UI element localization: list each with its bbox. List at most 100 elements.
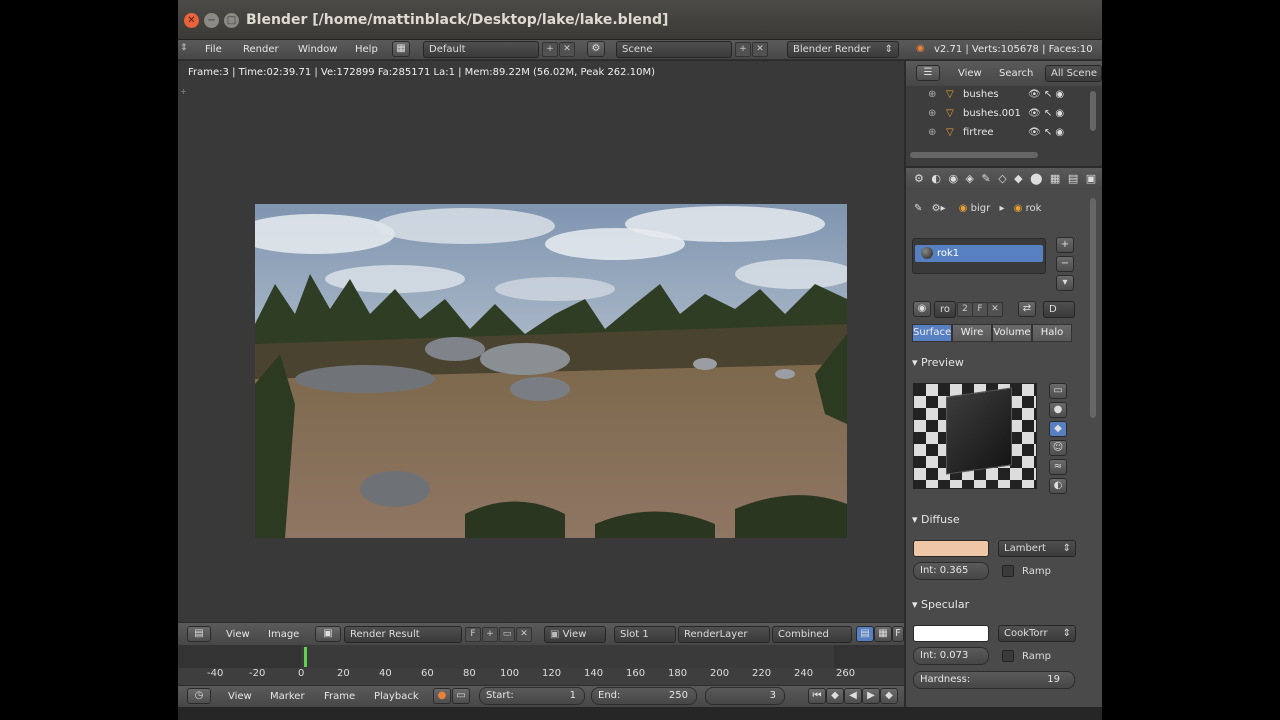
link-data-select[interactable]: D — [1043, 301, 1075, 318]
preview-hair-icon[interactable]: ≈ — [1049, 459, 1067, 475]
current-frame-marker[interactable] — [304, 647, 307, 667]
maximize-window-button[interactable]: □ — [224, 13, 239, 28]
end-frame-field[interactable]: End: 250 — [591, 687, 697, 705]
outliner-menu-search[interactable]: Search — [999, 68, 1033, 79]
browse-material-icon[interactable]: ◉ — [913, 301, 931, 317]
specular-intensity-field[interactable]: Int: 0.073 — [913, 647, 989, 665]
image-menu-view[interactable]: View — [226, 629, 250, 640]
browse-image-icon[interactable]: ▣ — [315, 626, 341, 642]
record-icon[interactable]: ● — [433, 688, 451, 704]
tab-halo[interactable]: Halo — [1032, 324, 1072, 342]
preview-cube-icon[interactable]: ◆ — [1049, 421, 1067, 437]
screen-layout-field[interactable]: Default — [423, 41, 539, 58]
specular-ramp-checkbox[interactable] — [1002, 650, 1014, 662]
slot-menu-button[interactable]: ▾ — [1056, 275, 1074, 291]
diffuse-shader-select[interactable]: Lambert ⇕ — [998, 540, 1076, 557]
expand-icon[interactable]: ⊕ — [928, 108, 936, 119]
image-menu-image[interactable]: Image — [268, 629, 299, 640]
new-image-button[interactable]: + — [482, 627, 498, 642]
start-frame-field[interactable]: Start: 1 — [479, 687, 585, 705]
scene-field[interactable]: Scene — [616, 41, 732, 58]
add-slot-button[interactable]: + — [1056, 237, 1074, 253]
open-image-button[interactable]: ▭ — [499, 627, 515, 642]
menu-render[interactable]: Render — [243, 44, 279, 55]
delete-layout-button[interactable]: ✕ — [559, 42, 575, 57]
material-unlink[interactable]: ✕ — [987, 302, 1003, 317]
preview-monkey-icon[interactable]: ☺ — [1049, 440, 1067, 456]
image-editor-area[interactable]: Frame:3 | Time:02:39.71 | Ve:172899 Fa:2… — [178, 61, 904, 622]
current-frame-field[interactable]: 3 — [705, 687, 785, 705]
visibility-icons[interactable]: 👁 ↖ ◉ — [1028, 108, 1064, 119]
visibility-icons[interactable]: 👁 ↖ ◉ — [1028, 127, 1064, 138]
expand-icon[interactable]: ⊕ — [928, 127, 936, 138]
render-layer-select[interactable]: RenderLayer — [678, 626, 770, 643]
play-icon[interactable]: ▶ — [862, 688, 880, 704]
menu-help[interactable]: Help — [355, 44, 378, 55]
diffuse-intensity-field[interactable]: Int: 0.365 — [913, 562, 989, 580]
display-channels-icon[interactable]: ▤ — [856, 626, 874, 642]
render-engine-select[interactable]: Blender Render ⇕ — [787, 41, 899, 58]
render-result-image[interactable] — [255, 204, 847, 538]
specular-hardness-field[interactable]: Hardness: 19 — [913, 671, 1075, 689]
preview-plane-icon[interactable]: ▭ — [1049, 383, 1067, 399]
jump-keyframe-back-icon[interactable]: ◆ — [826, 688, 844, 704]
material-fake-user[interactable]: F — [972, 302, 988, 317]
menu-window[interactable]: Window — [298, 44, 337, 55]
fake-user-button[interactable]: F — [465, 627, 481, 642]
expand-icon[interactable]: ⊕ — [928, 89, 936, 100]
preview-sky-icon[interactable]: ◐ — [1049, 478, 1067, 494]
alpha-channel-icon[interactable]: ▦ — [874, 626, 892, 642]
timeline-menu-view[interactable]: View — [228, 691, 252, 702]
jump-keyframe-forward-icon[interactable]: ◆ — [880, 688, 898, 704]
outliner-vscrollbar[interactable] — [1090, 91, 1096, 131]
specular-color-swatch[interactable] — [913, 625, 989, 642]
editor-type-outliner-icon[interactable]: ☰ — [916, 65, 940, 81]
add-layout-button[interactable]: + — [542, 42, 558, 57]
material-slot-list[interactable]: rok1 — [912, 238, 1046, 274]
z-buffer-icon[interactable]: F — [892, 626, 904, 642]
preview-panel-header[interactable]: ▾ Preview — [912, 356, 964, 369]
jump-start-icon[interactable]: ⏮ — [808, 688, 826, 704]
tab-surface[interactable]: Surface — [912, 324, 952, 342]
view-mode-select[interactable]: ▣ View — [544, 626, 606, 643]
outliner-scope-select[interactable]: All Scene — [1045, 65, 1102, 82]
timeline-menu-playback[interactable]: Playback — [374, 691, 419, 702]
minimize-window-button[interactable]: − — [204, 13, 219, 28]
play-reverse-icon[interactable]: ◀ — [844, 688, 862, 704]
outliner-row[interactable]: ⊕ ▽ bushes 👁 ↖ ◉ — [906, 89, 1086, 108]
tab-volume[interactable]: Volume — [992, 324, 1032, 342]
screen-layout-icon[interactable]: ▦ — [392, 41, 410, 57]
timeline-area[interactable]: -40 -20 0 20 40 60 80 100 120 140 160 18… — [178, 645, 904, 685]
diffuse-ramp-checkbox[interactable] — [1002, 565, 1014, 577]
editor-type-image-icon[interactable]: ▤ — [187, 626, 211, 642]
properties-vscrollbar[interactable] — [1090, 198, 1096, 418]
properties-context-tabs[interactable]: ⚙ ◐ ◉ ◈ ✎ ◇ ◆ ⬤ ▦ ▤ ▣ — [906, 168, 1102, 190]
specular-panel-header[interactable]: ▾ Specular — [912, 598, 969, 611]
outliner-row[interactable]: ⊕ ▽ firtree 👁 ↖ ◉ — [906, 127, 1086, 146]
render-pass-select[interactable]: Combined — [772, 626, 852, 643]
outliner-row[interactable]: ⊕ ▽ bushes.001 👁 ↖ ◉ — [906, 108, 1086, 127]
timeline-menu-marker[interactable]: Marker — [270, 691, 305, 702]
link-data-icon[interactable]: ⇄ — [1018, 301, 1036, 317]
add-scene-button[interactable]: + — [735, 42, 751, 57]
remove-slot-button[interactable]: − — [1056, 256, 1074, 272]
timeline-menu-frame[interactable]: Frame — [324, 691, 355, 702]
preview-sphere-icon[interactable]: ● — [1049, 402, 1067, 418]
diffuse-panel-header[interactable]: ▾ Diffuse — [912, 513, 960, 526]
image-name-field[interactable]: Render Result — [344, 626, 462, 643]
slot-select[interactable]: Slot 1 — [614, 626, 676, 643]
specular-shader-select[interactable]: CookTorr ⇕ — [998, 625, 1076, 642]
keying-icon[interactable]: ▭ — [452, 688, 470, 704]
pin-icon[interactable]: ✎ — [914, 203, 922, 214]
tab-wire[interactable]: Wire — [952, 324, 992, 342]
outliner-hscrollbar[interactable] — [910, 152, 1038, 158]
scene-icon[interactable]: ⚙ — [587, 41, 605, 57]
material-slot-item[interactable]: rok1 — [915, 245, 1043, 262]
editor-type-icon[interactable]: ⇕ — [180, 43, 190, 56]
area-corner-icon[interactable]: + — [180, 87, 187, 96]
delete-scene-button[interactable]: ✕ — [752, 42, 768, 57]
editor-type-timeline-icon[interactable]: ◷ — [187, 688, 211, 704]
close-window-button[interactable]: ✕ — [184, 13, 199, 28]
unlink-image-button[interactable]: ✕ — [516, 627, 532, 642]
material-users-count[interactable]: 2 — [957, 302, 973, 317]
